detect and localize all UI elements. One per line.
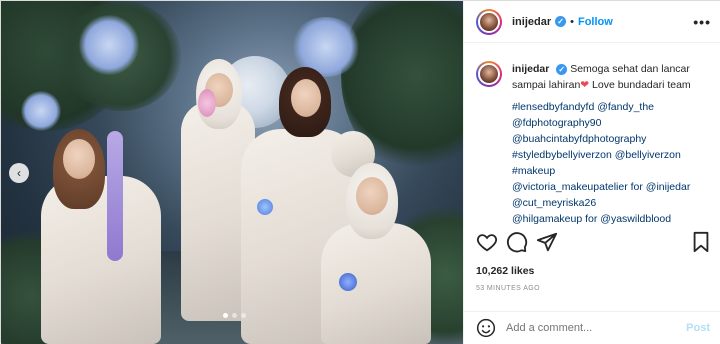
instagram-post: ‹ inijedar ✓ • Follow ••• inijedar ✓ Sem… bbox=[0, 0, 720, 344]
tag-line[interactable]: @victoria_makeupatelier for @inijedar bbox=[512, 179, 708, 195]
caption: inijedar ✓ Semoga sehat dan lancar sampa… bbox=[476, 61, 714, 225]
comment-bar: Post bbox=[464, 311, 720, 344]
post-time[interactable]: 53 MINUTES AGO bbox=[476, 285, 540, 292]
heart-icon[interactable] bbox=[476, 231, 498, 253]
username-link[interactable]: inijedar bbox=[512, 16, 551, 28]
caption-body-end: Love bundadari team bbox=[589, 79, 691, 91]
chevron-left-icon[interactable]: ‹ bbox=[9, 163, 29, 183]
bookmark-icon[interactable] bbox=[690, 231, 712, 253]
heart-emoji: ❤ bbox=[580, 79, 590, 91]
action-bar bbox=[476, 231, 712, 255]
purple-flower-stem bbox=[107, 131, 123, 261]
more-icon[interactable]: ••• bbox=[693, 14, 711, 30]
caption-username[interactable]: inijedar bbox=[512, 63, 549, 75]
pink-flower bbox=[198, 89, 216, 117]
like-count[interactable]: 10,262 likes bbox=[476, 265, 534, 277]
carousel-dots bbox=[223, 313, 246, 318]
tag-line[interactable]: @hilgamakeup for @yaswildblood bbox=[512, 211, 708, 227]
carousel-dot bbox=[223, 313, 228, 318]
comment-icon[interactable] bbox=[506, 231, 528, 253]
carousel-dot bbox=[232, 313, 237, 318]
tag-line[interactable]: #lensedbyfandyfd @fandy_the bbox=[512, 99, 708, 115]
caption-text: inijedar ✓ Semoga sehat dan lancar sampa… bbox=[512, 61, 708, 225]
blue-rose bbox=[257, 199, 273, 215]
tag-line[interactable]: @buahcintabyfdphotography bbox=[512, 131, 708, 147]
post-comment-button[interactable]: Post bbox=[686, 322, 710, 334]
caption-avatar[interactable] bbox=[476, 61, 502, 87]
blue-flower bbox=[339, 273, 357, 291]
verified-badge-icon: ✓ bbox=[555, 16, 567, 27]
tag-line[interactable]: #styledbybellyiverzon @bellyiverzon bbox=[512, 147, 708, 163]
tag-line[interactable]: @cut_meyriska26 bbox=[512, 195, 708, 211]
carousel-dot bbox=[241, 313, 246, 318]
avatar[interactable] bbox=[476, 8, 502, 35]
tag-line[interactable]: @fdphotography90 bbox=[512, 115, 708, 131]
share-icon[interactable] bbox=[536, 231, 558, 253]
follow-button[interactable]: Follow bbox=[578, 16, 613, 28]
post-photo[interactable]: ‹ bbox=[1, 1, 463, 344]
emoji-icon[interactable] bbox=[476, 318, 496, 338]
blue-flowers bbox=[21, 91, 61, 131]
caption-tags: #lensedbyfandyfd @fandy_the @fdphotograp… bbox=[512, 99, 708, 227]
comment-input[interactable] bbox=[506, 322, 687, 334]
post-sidebar: inijedar ✓ • Follow ••• inijedar ✓ Semog… bbox=[463, 1, 720, 344]
verified-badge-icon: ✓ bbox=[556, 64, 568, 75]
post-header: inijedar ✓ • Follow ••• bbox=[464, 1, 720, 43]
tag-line[interactable]: #makeup bbox=[512, 163, 708, 179]
blue-flowers bbox=[79, 15, 139, 75]
header-separator: • bbox=[570, 15, 574, 28]
